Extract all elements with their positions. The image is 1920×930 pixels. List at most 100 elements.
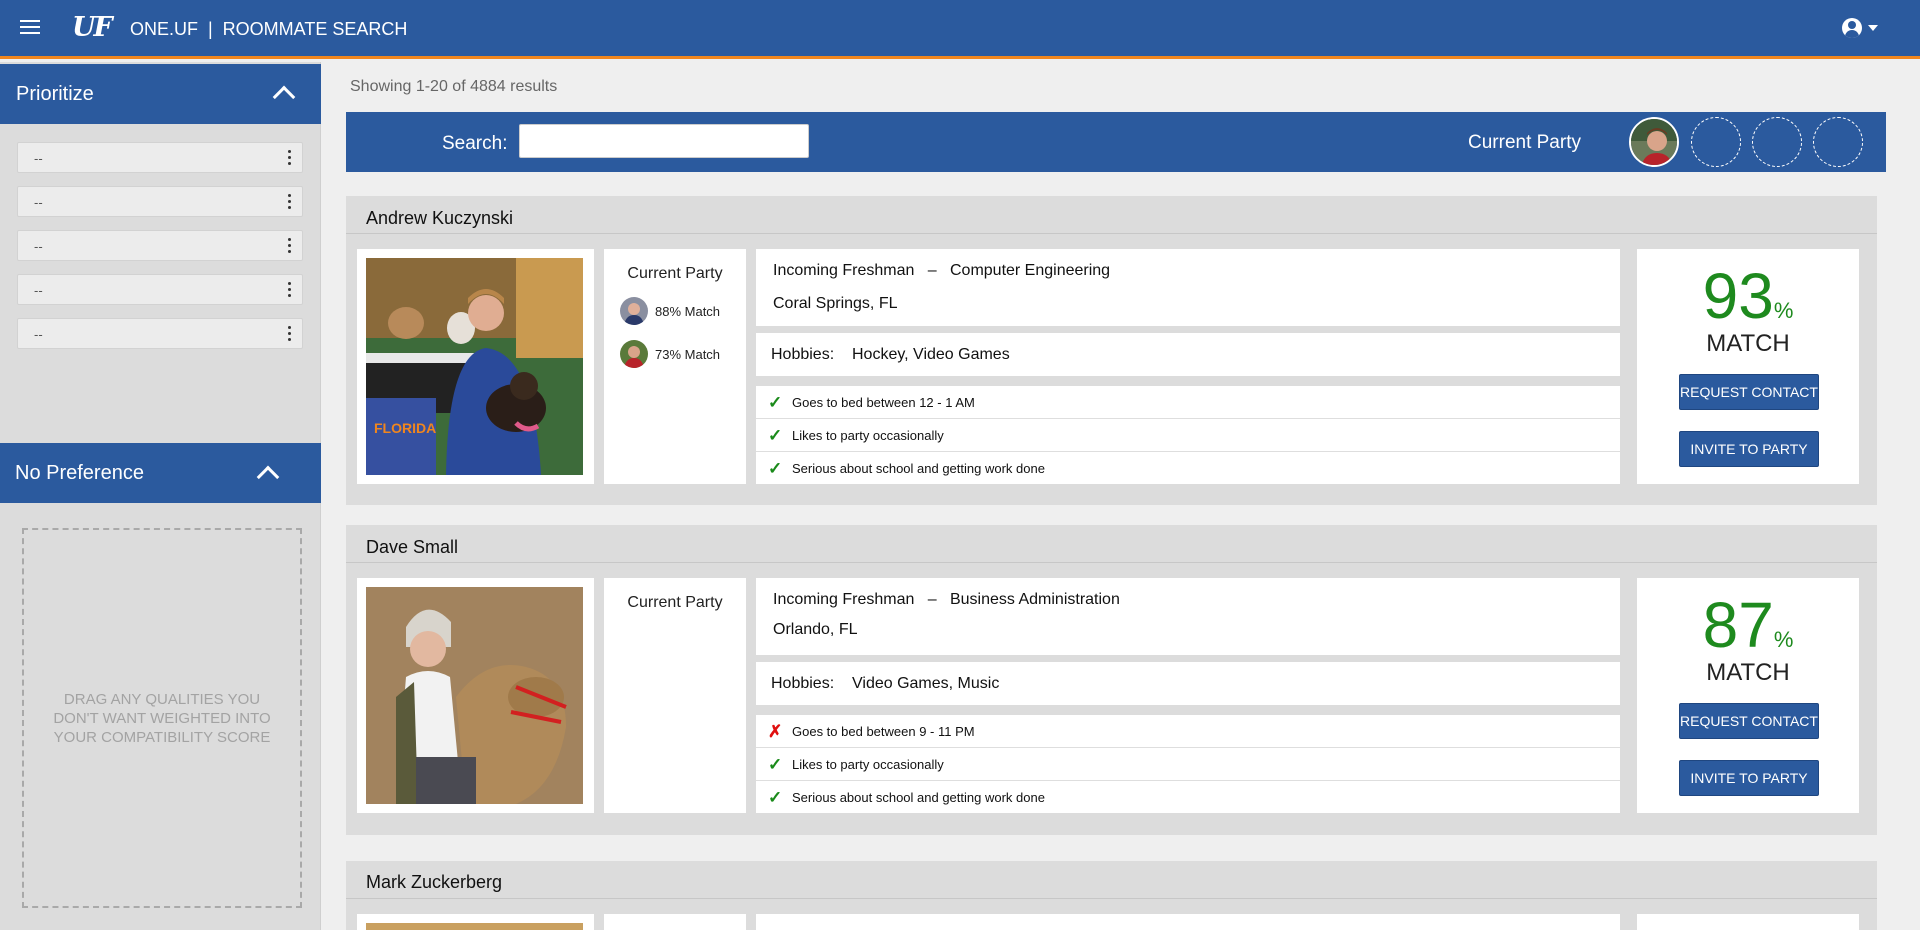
percent-sign: % (1773, 298, 1794, 323)
class-standing: Incoming Freshman (773, 591, 915, 608)
match-percentage: 93% (1637, 259, 1859, 333)
empty-party-slot[interactable] (1813, 117, 1863, 167)
trait-text: Goes to bed between 12 - 1 AM (792, 395, 975, 410)
party-member-avatar[interactable] (1629, 117, 1679, 167)
divider (346, 562, 1877, 563)
match-percentage: 87% (1637, 588, 1859, 662)
prioritize-list: -- -- -- -- -- (17, 142, 303, 362)
profile-photo[interactable] (366, 923, 583, 930)
request-contact-button[interactable]: REQUEST CONTACT (1679, 374, 1819, 410)
search-bar: Search: Current Party (346, 112, 1886, 172)
trait-text: Likes to party occasionally (792, 428, 944, 443)
empty-party-slot[interactable] (1691, 117, 1741, 167)
search-input[interactable] (519, 124, 809, 158)
priority-slot[interactable]: -- (17, 230, 303, 261)
student-info: Incoming Freshman – Business Administrat… (756, 578, 1620, 655)
check-icon: ✓ (768, 393, 783, 412)
priority-slot[interactable]: -- (17, 274, 303, 305)
divider (346, 233, 1877, 234)
profile-photo[interactable] (366, 587, 583, 804)
hometown: Coral Springs, FL (773, 295, 898, 312)
trait-item: ✓ Serious about school and getting work d… (756, 452, 1620, 485)
search-label: Search: (442, 133, 508, 154)
drag-handle-icon[interactable] (288, 238, 292, 256)
invite-to-party-button[interactable]: INVITE TO PARTY (1679, 760, 1819, 796)
app-title: ONE.UF | ROOMMATE SEARCH (130, 19, 408, 39)
profile-photo-frame (357, 578, 594, 813)
party-member-avatar[interactable] (620, 340, 648, 368)
invite-to-party-button[interactable]: INVITE TO PARTY (1679, 431, 1819, 467)
trait-text: Goes to bed between 9 - 11 PM (792, 724, 975, 739)
major: Computer Engineering (949, 262, 1111, 279)
chevron-up-icon[interactable] (256, 465, 280, 489)
hobbies-value: Video Games, Music (852, 675, 1000, 692)
match-label: MATCH (1706, 659, 1790, 686)
dropzone-text: DRAG ANY QUALITIES YOU DON'T WANT WEIGHT… (53, 690, 271, 746)
caret-down-icon (1868, 25, 1878, 31)
drag-handle-icon[interactable] (288, 282, 292, 300)
result-name[interactable]: Andrew Kuczynski (366, 208, 513, 229)
prioritize-title: Prioritize (16, 83, 94, 105)
priority-slot[interactable]: -- (17, 318, 303, 349)
result-name[interactable]: Dave Small (366, 537, 458, 558)
hobbies-row: Hobbies: Video Games, Music (756, 662, 1620, 705)
current-party-heading: Current Party (627, 265, 723, 282)
party-member-match: 73% Match (620, 340, 720, 368)
x-mark-icon: ✗ (768, 722, 783, 741)
no-preference-title: No Preference (15, 462, 144, 484)
major: Business Administration (949, 591, 1120, 608)
user-account-menu[interactable] (1842, 18, 1878, 38)
trait-item: ✓ Likes to party occasionally (756, 748, 1620, 781)
profile-photo-frame (357, 914, 594, 930)
priority-slot-value: -- (34, 239, 43, 254)
current-party-heading: Current Party (627, 594, 723, 611)
result-name[interactable]: Mark Zuckerberg (366, 872, 502, 893)
drag-handle-icon[interactable] (288, 150, 292, 168)
prioritize-header[interactable]: Prioritize (0, 64, 321, 124)
trait-list: ✓ Goes to bed between 12 - 1 AM ✓ Likes to… (756, 386, 1620, 484)
trait-item: ✓ Serious about school and getting work d… (756, 781, 1620, 814)
top-nav-bar: UF ONE.UF | ROOMMATE SEARCH (0, 0, 1920, 59)
standing-major: Incoming Freshman – Computer Engineering (773, 262, 1110, 280)
priority-slot-value: -- (34, 151, 43, 166)
priority-slot-value: -- (34, 195, 43, 210)
priority-slot-value: -- (34, 327, 43, 342)
result-card: Andrew Kuczynski FLORIDA Current Party 8… (346, 196, 1877, 505)
priority-slot-value: -- (34, 283, 43, 298)
drag-handle-icon[interactable] (288, 194, 292, 212)
drag-handle-icon[interactable] (288, 326, 292, 344)
no-preference-header[interactable]: No Preference (0, 443, 321, 503)
hamburger-menu-icon[interactable] (20, 20, 40, 36)
profile-photo[interactable]: FLORIDA (366, 258, 583, 475)
priority-slot[interactable]: -- (17, 186, 303, 217)
check-icon: ✓ (768, 426, 783, 445)
separator-dash: – (918, 262, 946, 279)
uf-logo[interactable]: UF (72, 12, 113, 43)
no-preference-dropzone[interactable]: DRAG ANY QUALITIES YOU DON'T WANT WEIGHT… (22, 528, 302, 908)
party-compatibility-panel (604, 914, 746, 930)
party-compatibility-panel: Current Party 88% Match 73% Match (604, 249, 746, 484)
party-member-match: 88% Match (620, 297, 720, 325)
match-score-panel (1637, 914, 1859, 930)
trait-item: ✗ Goes to bed between 9 - 11 PM (756, 715, 1620, 748)
trait-list: ✗ Goes to bed between 9 - 11 PM ✓ Likes to… (756, 715, 1620, 813)
user-circle-icon (1842, 18, 1862, 38)
check-icon: ✓ (768, 755, 783, 774)
hobbies-label: Hobbies: (771, 346, 835, 363)
empty-party-slot[interactable] (1752, 117, 1802, 167)
request-contact-button[interactable]: REQUEST CONTACT (1679, 703, 1819, 739)
trait-item: ✓ Goes to bed between 12 - 1 AM (756, 386, 1620, 419)
match-score-panel: 93% MATCH REQUEST CONTACT INVITE TO PART… (1637, 249, 1859, 484)
hobbies-row: Hobbies: Hockey, Video Games (756, 333, 1620, 376)
chevron-up-icon[interactable] (272, 85, 296, 109)
match-number: 87 (1702, 589, 1774, 661)
hometown: Orlando, FL (773, 621, 858, 638)
party-compatibility-panel: Current Party (604, 578, 746, 813)
results-count: Showing 1-20 of 4884 results (350, 78, 558, 95)
priority-slot[interactable]: -- (17, 142, 303, 173)
result-card: Mark Zuckerberg (346, 861, 1877, 930)
result-card: Dave Small Current Party Incoming Freshm… (346, 525, 1877, 835)
student-info (756, 914, 1620, 930)
party-member-avatar[interactable] (620, 297, 648, 325)
hobbies-value: Hockey, Video Games (852, 346, 1010, 363)
